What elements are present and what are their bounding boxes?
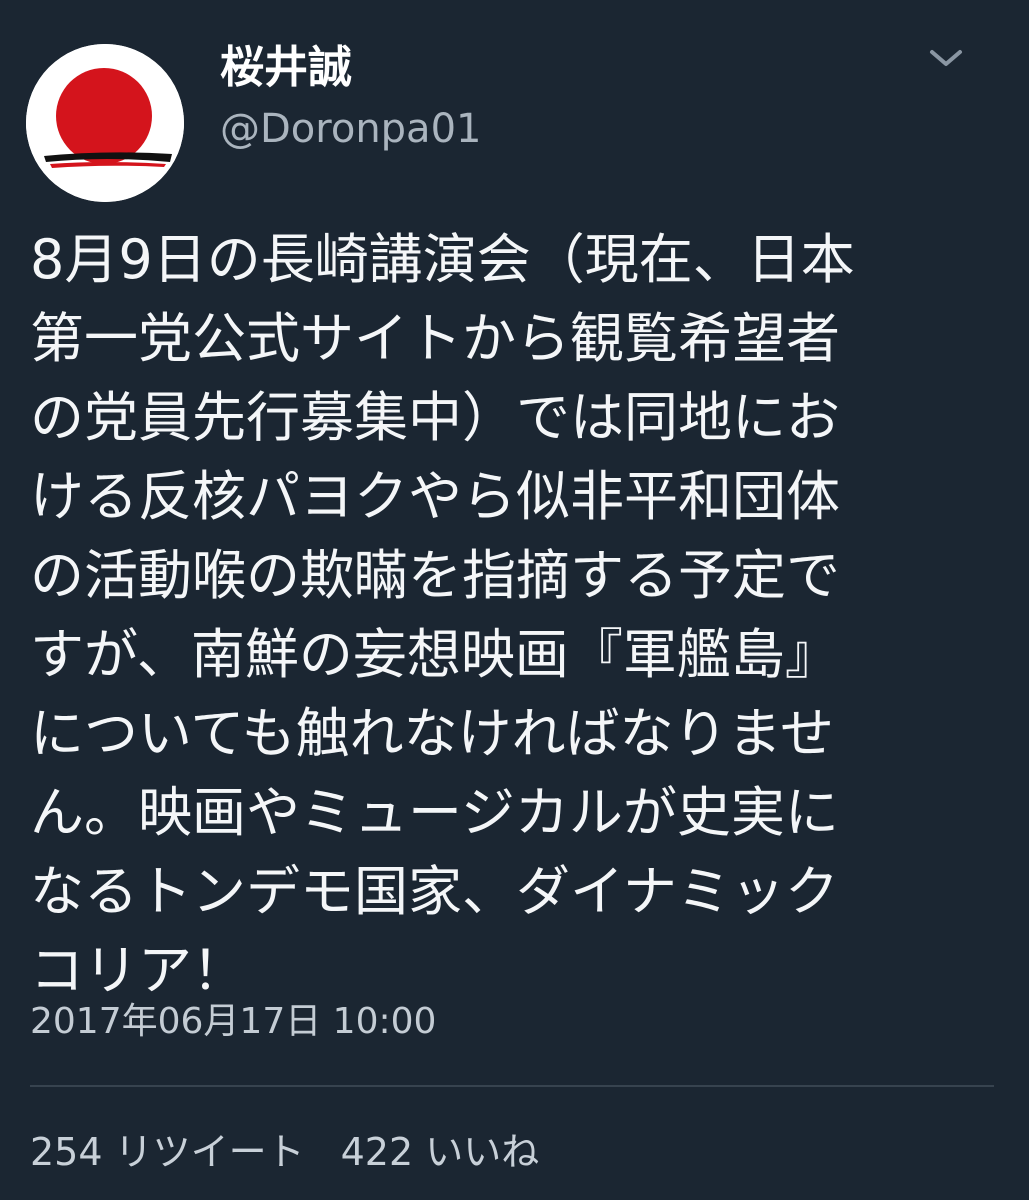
tweet-detail: 桜井誠 @Doronpa01 8月9日の長崎講演会（現在、日本 第一党公式サイトか… bbox=[0, 0, 1029, 1200]
tweet-text-line: の党員先行募集中）では同地にお bbox=[30, 386, 840, 449]
tweet-text-line: についても触れなければなりませ bbox=[30, 702, 835, 765]
divider bbox=[30, 1085, 994, 1087]
tweet-stats: 254 リツイート 422 いいね bbox=[30, 1126, 575, 1178]
tweet-text-line: ける反核パヨクやら似非平和団体 bbox=[30, 465, 840, 528]
display-name[interactable]: 桜井誠 bbox=[220, 40, 352, 96]
tweet-text-line: 8月9日の長崎講演会（現在、日本 bbox=[30, 228, 855, 291]
tweet-text-line: すが、南鮮の妄想映画『軍艦島』 bbox=[30, 623, 839, 686]
tweet-text-line: 第一党公式サイトから観覧希望者 bbox=[30, 307, 840, 370]
chevron-down-icon[interactable] bbox=[924, 38, 968, 78]
rising-sun-flag-avatar-icon bbox=[26, 44, 184, 202]
tweet-timestamp[interactable]: 2017年06月17日 10:00 bbox=[30, 994, 436, 1050]
tweet-text-line: の活動喉の欺瞞を指摘する予定で bbox=[30, 544, 840, 607]
retweet-count[interactable]: 254 リツイート bbox=[30, 1126, 305, 1178]
like-count[interactable]: 422 いいね bbox=[341, 1126, 540, 1178]
avatar[interactable] bbox=[26, 44, 184, 202]
tweet-text: 8月9日の長崎講演会（現在、日本 第一党公式サイトから観覧希望者 の党員先行募集中）… bbox=[30, 220, 990, 1010]
tweet-text-line: ん。映画やミュージカルが史実に bbox=[30, 781, 839, 844]
tweet-text-line: なるトンデモ国家、ダイナミック bbox=[30, 860, 839, 923]
tweet-text-line: コリア！ bbox=[30, 939, 246, 1002]
user-handle[interactable]: @Doronpa01 bbox=[220, 104, 481, 154]
